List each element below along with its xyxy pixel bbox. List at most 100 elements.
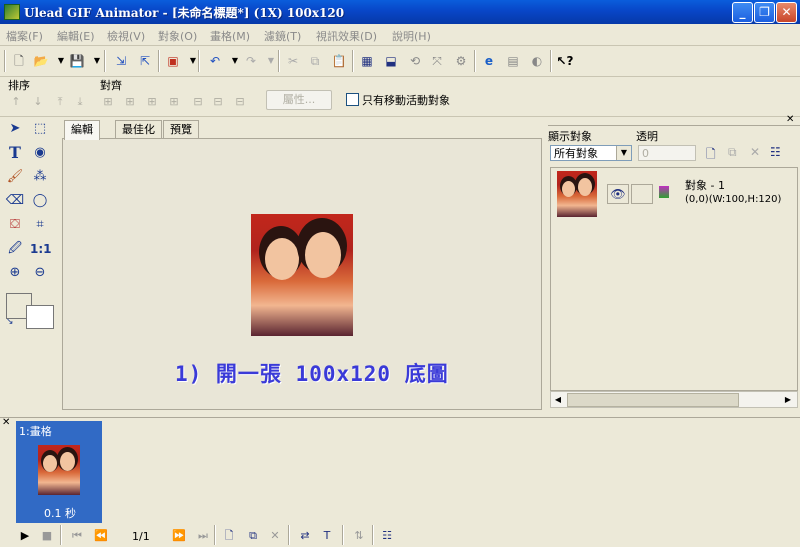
list-item[interactable]: 👁 對象 - 1 (0,0)(W:100,H:120) [551, 168, 797, 220]
new-file-icon[interactable]: 🗋 [10, 52, 28, 70]
magic-wand-tool-icon[interactable]: ⁂ [30, 167, 50, 187]
align-right-icon[interactable]: ⊞ [144, 94, 160, 110]
align-top-icon[interactable]: ⊞ [166, 94, 182, 110]
reverse-frames-icon[interactable]: ⇅ [350, 527, 368, 545]
eyedropper-tool-icon[interactable]: 🖉 [5, 239, 25, 259]
stop-icon[interactable]: ■ [38, 527, 56, 545]
play-icon[interactable]: ▶ [16, 527, 34, 545]
add-frame-icon[interactable]: 🗋 [220, 527, 238, 545]
next-frame-icon[interactable]: ⏩ [170, 527, 188, 545]
actual-size-icon[interactable]: 1:1 [30, 239, 52, 259]
horizontal-scrollbar[interactable]: ◀ ▶ [550, 391, 798, 408]
chevron-down-icon[interactable]: ▼ [616, 146, 631, 160]
banner-text-icon[interactable]: ▤ [504, 52, 522, 70]
swap-colors-icon[interactable]: ↘ [6, 317, 14, 327]
web-icon[interactable]: ◐ [528, 52, 546, 70]
frame-properties-icon[interactable]: ☷ [378, 527, 396, 545]
export-icon[interactable]: ⇱ [136, 52, 154, 70]
menu-frame[interactable]: 畫格(M) [210, 28, 250, 44]
zoom-in-icon[interactable]: ⊕ [5, 263, 25, 283]
last-frame-icon[interactable]: ⏭ [194, 527, 212, 545]
canvas-image[interactable] [251, 214, 353, 336]
only-active-checkbox[interactable] [346, 93, 359, 106]
menu-bar: 檔案(F) 編輯(E) 檢視(V) 對象(O) 畫格(M) 濾鏡(T) 視訊效果… [0, 24, 800, 46]
tween-icon[interactable]: ⇄ [296, 527, 314, 545]
object-properties-icon[interactable]: ☷ [770, 145, 781, 159]
tab-edit[interactable]: 編輯 [64, 120, 100, 140]
align-bottom-icon[interactable]: ⊟ [210, 94, 226, 110]
restore-button[interactable]: ❐ [754, 2, 775, 23]
scroll-right-icon[interactable]: ▶ [781, 392, 795, 407]
new-object-icon[interactable]: 🗋 [706, 145, 716, 166]
save-icon[interactable]: 💾 [68, 52, 86, 70]
resize-icon[interactable]: ⤧ [428, 52, 446, 70]
window-title: Ulead GIF Animator - [未命名標題*] (1X) 100x1… [24, 6, 345, 20]
app-icon[interactable] [4, 4, 20, 20]
undo-icon[interactable]: ↶ [206, 52, 224, 70]
open-folder-icon[interactable]: 📂 [32, 52, 50, 70]
marquee-tool-icon[interactable]: ⬚ [30, 119, 50, 139]
duplicate-frame-icon[interactable]: ⧉ [244, 527, 262, 545]
redo-icon[interactable]: ↷ [242, 52, 260, 70]
previous-frame-icon[interactable]: ⏪ [92, 527, 110, 545]
scroll-left-icon[interactable]: ◀ [551, 392, 565, 407]
menu-video-effects[interactable]: 視訊效果(D) [316, 28, 377, 44]
transparency-stepper[interactable]: 0 [638, 145, 696, 161]
background-color-swatch[interactable] [26, 305, 54, 329]
properties-button[interactable]: 屬性... [266, 90, 332, 110]
cut-icon[interactable]: ✂ [284, 52, 302, 70]
context-help-icon[interactable]: ↖? [556, 52, 574, 70]
browser-preview-icon[interactable]: e [480, 52, 498, 70]
crop-tool-icon[interactable]: ⌗ [30, 215, 50, 235]
menu-edit[interactable]: 編輯(E) [57, 28, 95, 44]
copy-icon[interactable]: ⧉ [306, 52, 324, 70]
menu-help[interactable]: 說明(H) [392, 28, 431, 44]
crop-icon[interactable]: ⬓ [382, 52, 400, 70]
toolbar-separator [372, 525, 374, 545]
tab-optimize[interactable]: 最佳化 [115, 120, 162, 139]
delete-object-icon[interactable]: ✕ [750, 145, 760, 159]
close-button[interactable]: ✕ [776, 2, 797, 23]
import-icon[interactable]: ⇲ [112, 52, 130, 70]
fill-tool-icon[interactable]: ⛋ [5, 215, 25, 235]
scroll-thumb[interactable] [567, 393, 739, 407]
menu-filter[interactable]: 濾鏡(T) [264, 28, 301, 44]
canvas-size-icon[interactable]: ▦ [358, 52, 376, 70]
optimize-icon[interactable]: ⚙ [452, 52, 470, 70]
launch-editor-icon[interactable]: ▣ [164, 52, 182, 70]
frame-thumbnail-1[interactable]: 1:畫格 0.1 秒 [16, 421, 102, 523]
display-objects-select[interactable]: 所有對象 ▼ [550, 145, 632, 161]
distribute-icon[interactable]: ⊟ [232, 94, 248, 110]
align-left-icon[interactable]: ⊞ [100, 94, 116, 110]
rotate-icon[interactable]: ⟲ [406, 52, 424, 70]
ellipse-select-tool-icon[interactable]: ◯ [30, 191, 50, 211]
minimize-button[interactable]: _ [732, 2, 753, 23]
object-list[interactable]: 👁 對象 - 1 (0,0)(W:100,H:120) [550, 167, 798, 391]
first-frame-icon[interactable]: ⏮ [68, 527, 86, 545]
lock-toggle[interactable] [631, 184, 653, 204]
panel-close-icon[interactable]: ✕ [786, 114, 794, 125]
eye-icon[interactable]: 👁 [607, 184, 629, 204]
send-backward-icon[interactable]: ↓ [30, 94, 46, 110]
menu-view[interactable]: 檢視(V) [107, 28, 145, 44]
zoom-out-icon[interactable]: ⊖ [30, 263, 50, 283]
text-banner-icon[interactable]: T [318, 527, 336, 545]
send-to-back-icon[interactable]: ⤓ [72, 94, 88, 110]
align-middle-icon[interactable]: ⊟ [190, 94, 206, 110]
delete-frame-icon[interactable]: ✕ [266, 527, 284, 545]
pick-tool-icon[interactable]: ➤ [5, 119, 25, 139]
eraser-tool-icon[interactable]: ⌫ [5, 191, 25, 211]
bring-to-front-icon[interactable]: ⤒ [52, 94, 68, 110]
lasso-tool-icon[interactable]: ◉ [30, 143, 50, 163]
duplicate-object-icon[interactable]: ⧉ [728, 145, 737, 160]
paste-icon[interactable]: 📋 [330, 52, 348, 70]
display-objects-label: 顯示對象 [548, 130, 592, 143]
tab-preview[interactable]: 預覽 [163, 120, 199, 139]
menu-object[interactable]: 對象(O) [158, 28, 197, 44]
bring-forward-icon[interactable]: ↑ [8, 94, 24, 110]
menu-file[interactable]: 檔案(F) [6, 28, 43, 44]
align-center-icon[interactable]: ⊞ [122, 94, 138, 110]
brush-tool-icon[interactable]: 🖌 [5, 167, 25, 187]
text-tool-icon[interactable]: T [5, 143, 25, 163]
frame-panel-close-icon[interactable]: ✕ [2, 417, 10, 428]
